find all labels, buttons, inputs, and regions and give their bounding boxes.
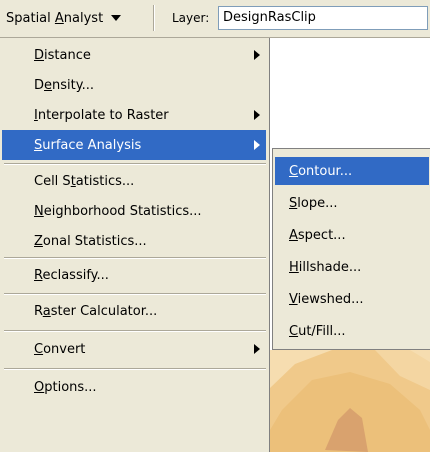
- menu-item-convert[interactable]: Convert: [2, 334, 266, 364]
- submenu-item-label: Viewshed...: [289, 291, 364, 307]
- menu-separator: [4, 330, 266, 332]
- menu-item-label: Reclassify...: [34, 267, 109, 283]
- toolbar-separator: [153, 5, 155, 31]
- dropdown-arrow-icon: [111, 15, 122, 21]
- surface-analysis-submenu: Contour... Slope... Aspect... Hillshade.…: [272, 148, 430, 350]
- submenu-item-label: Slope...: [289, 195, 338, 211]
- menu-item-reclassify[interactable]: Reclassify...: [2, 260, 266, 290]
- menu-separator: [4, 293, 266, 295]
- menu-item-density[interactable]: Density...: [2, 70, 266, 100]
- raster-map-preview: [270, 350, 430, 452]
- menu-item-neighborhood-statistics[interactable]: Neighborhood Statistics...: [2, 196, 266, 226]
- submenu-item-label: Aspect...: [289, 227, 346, 243]
- menu-item-raster-calculator[interactable]: Raster Calculator...: [2, 296, 266, 326]
- menu-item-surface-analysis[interactable]: Surface Analysis: [2, 130, 266, 160]
- menu-item-label: Density...: [34, 77, 94, 93]
- menu-item-options[interactable]: Options...: [2, 372, 266, 402]
- menu-item-label: Cell Statistics...: [34, 173, 135, 189]
- layer-select[interactable]: DesignRasClip: [218, 6, 428, 30]
- menu-item-label: Surface Analysis: [34, 137, 142, 153]
- menu-item-label: Neighborhood Statistics...: [34, 203, 202, 219]
- menu-item-label: Raster Calculator...: [34, 303, 158, 319]
- submenu-item-label: Cut/Fill...: [289, 323, 346, 339]
- spatial-analyst-label: Spatial Analyst: [6, 10, 104, 26]
- menu-item-distance[interactable]: Distance: [2, 40, 266, 70]
- menu-item-label: Distance: [34, 47, 91, 63]
- menu-separator: [4, 368, 266, 370]
- submenu-item-slope[interactable]: Slope...: [275, 189, 429, 217]
- submenu-item-label: Contour...: [289, 163, 353, 179]
- menu-item-label: Zonal Statistics...: [34, 233, 147, 249]
- menu-item-label: Convert: [34, 341, 86, 357]
- submenu-item-label: Hillshade...: [289, 259, 362, 275]
- menu-separator: [4, 257, 266, 259]
- submenu-item-hillshade[interactable]: Hillshade...: [275, 253, 429, 281]
- menu-item-label: Interpolate to Raster: [34, 107, 169, 123]
- submenu-item-contour[interactable]: Contour...: [275, 157, 429, 185]
- menu-item-zonal-statistics[interactable]: Zonal Statistics...: [2, 226, 266, 256]
- menu-item-interpolate-to-raster[interactable]: Interpolate to Raster: [2, 100, 266, 130]
- spatial-analyst-menu-button[interactable]: Spatial Analyst: [2, 6, 125, 30]
- spatial-analyst-toolbar: Spatial Analyst Layer: DesignRasClip: [0, 0, 430, 38]
- submenu-arrow-icon: [254, 344, 260, 354]
- submenu-item-viewshed[interactable]: Viewshed...: [275, 285, 429, 313]
- menu-separator: [4, 163, 266, 165]
- submenu-item-aspect[interactable]: Aspect...: [275, 221, 429, 249]
- layer-label: Layer:: [172, 11, 210, 25]
- spatial-analyst-dropdown-menu: Distance Density... Interpolate to Raste…: [0, 38, 270, 452]
- submenu-arrow-icon: [254, 110, 260, 120]
- submenu-arrow-icon: [254, 50, 260, 60]
- submenu-item-cut-fill[interactable]: Cut/Fill...: [275, 317, 429, 345]
- submenu-arrow-icon: [254, 140, 260, 150]
- menu-item-cell-statistics[interactable]: Cell Statistics...: [2, 166, 266, 196]
- menu-item-label: Options...: [34, 379, 97, 395]
